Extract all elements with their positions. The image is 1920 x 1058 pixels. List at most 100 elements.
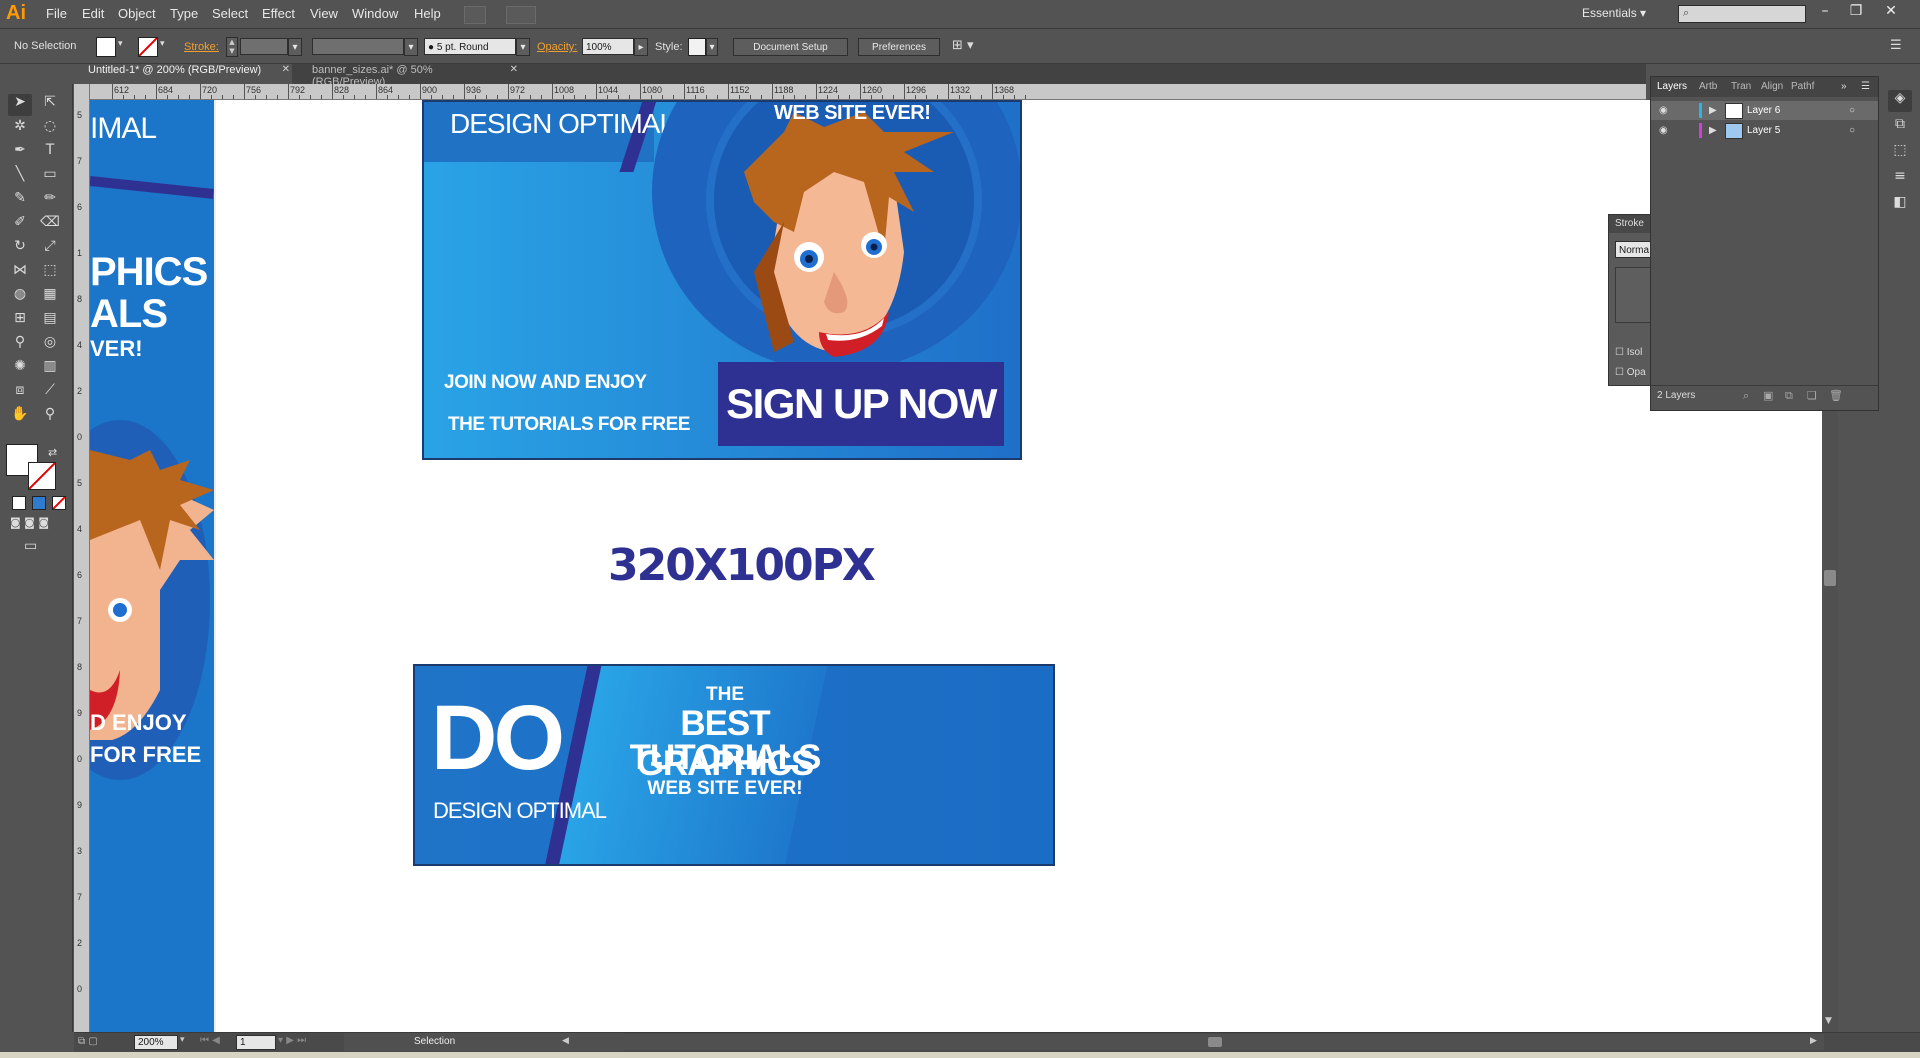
new-layer-icon[interactable]: ❏ [1807,389,1817,402]
menu-help[interactable]: Help [414,6,441,21]
minimize-icon[interactable]: – [1814,3,1836,21]
tab-transform[interactable]: Tran [1731,81,1751,92]
horizontal-ruler[interactable]: 612 684 720 756 792 828 864 900 936 972 1008 1044 10… [90,84,1646,100]
chevron-left-icon[interactable]: ◀ [562,1036,569,1046]
expand-arrow-icon[interactable]: ▶ [1709,121,1717,140]
expand-arrow-icon[interactable]: ▶ [1709,101,1717,120]
slice-tool-icon[interactable]: ⟋ [38,382,62,404]
chevron-down-icon[interactable]: ▾ [404,38,418,56]
close-icon[interactable]: ✕ [282,64,290,75]
tab-pathfinder[interactable]: Pathf [1791,81,1814,92]
opacity-label[interactable]: Opacity: [537,41,577,53]
menu-effect[interactable]: Effect [262,6,295,21]
zoom-field[interactable]: 200% [134,1035,178,1050]
none-mode-icon[interactable] [52,496,66,510]
menu-file[interactable]: File [46,6,67,21]
chevron-right-icon[interactable]: ▶ [1810,1036,1817,1046]
preferences-button[interactable]: Preferences [858,38,940,56]
pathfinder-panel-icon[interactable]: ◧ [1888,194,1912,216]
artboard-nav-icon[interactable]: ⧉ ▢ [78,1036,98,1047]
target-icon[interactable]: ○ [1849,101,1855,120]
isolate-checkbox[interactable]: ☐ Isol [1615,347,1642,358]
locate-object-icon[interactable]: ⌕ [1743,389,1749,403]
menu-object[interactable]: Object [118,6,156,21]
gradient-tool-icon[interactable]: ▤ [38,310,62,332]
menu-select[interactable]: Select [212,6,248,21]
stroke-panel-title[interactable]: Stroke [1609,215,1653,233]
layer-row-layer-6[interactable]: ◉ ▶ Layer 6 ○ [1651,101,1878,120]
rotate-tool-icon[interactable]: ↻ [8,238,32,260]
bridge-button[interactable] [464,6,486,24]
trash-icon[interactable]: 🗑 [1829,389,1843,402]
mesh-tool-icon[interactable]: ⊞ [8,310,32,332]
tab-layers[interactable]: Layers [1657,81,1687,92]
opacity-field[interactable]: 100% [582,38,634,55]
width-tool-icon[interactable]: ⋈ [8,262,32,284]
chevron-down-icon[interactable]: ▾ [516,38,530,56]
variable-width-field[interactable] [312,38,404,55]
blend-mode-select[interactable]: Norma [1615,241,1653,258]
free-transform-tool-icon[interactable]: ⬚ [38,262,62,284]
close-icon[interactable]: ✕ [510,64,518,75]
rectangle-tool-icon[interactable]: ▭ [38,166,62,188]
opacity-checkbox[interactable]: ☐ Opa [1615,367,1646,378]
hand-tool-icon[interactable]: ✋ [8,406,32,428]
close-icon[interactable]: ✕ [1880,3,1902,21]
menu-view[interactable]: View [310,6,338,21]
next-artboard-icon[interactable]: ▾ ▶ ⏭ [278,1035,306,1046]
align-panel-icon[interactable]: ≡ [1888,168,1912,190]
direct-selection-tool-icon[interactable]: ⇱ [38,94,62,116]
eyedropper-tool-icon[interactable]: ⚲ [8,334,32,356]
stroke-color-swatch[interactable] [28,462,56,490]
tab-banner-sizes[interactable]: banner_sizes.ai* @ 50% (RGB/Preview) ✕ [298,64,520,88]
eraser-tool-icon[interactable]: ⌫ [38,214,62,236]
tab-align[interactable]: Align [1761,81,1783,92]
arrange-icon[interactable]: ⊞ ▾ [952,38,974,53]
artboard-number-field[interactable]: 1 [236,1035,276,1050]
layer-row-layer-5[interactable]: ◉ ▶ Layer 5 ○ [1651,121,1878,140]
scale-tool-icon[interactable]: ⤢ [38,238,62,260]
blend-tool-icon[interactable]: ◎ [38,334,62,356]
eye-icon[interactable]: ◉ [1659,121,1668,140]
chevron-down-icon[interactable]: ▾ [706,38,718,56]
horizontal-scrollbar[interactable]: ◀ ▶ [560,1034,1824,1050]
perspective-grid-tool-icon[interactable]: ▦ [38,286,62,308]
chevron-down-icon[interactable]: ▾ [288,38,302,56]
layer-name[interactable]: Layer 6 [1747,101,1780,120]
chevron-right-icon[interactable]: ▸ [634,38,648,56]
style-swatch[interactable] [688,38,706,56]
line-tool-icon[interactable]: ╲ [8,166,32,188]
artboards-panel-icon[interactable]: ⧉ [1888,116,1912,138]
transform-panel-icon[interactable]: ⬚ [1888,142,1912,164]
target-icon[interactable]: ○ [1849,121,1855,140]
scroll-thumb[interactable] [1208,1037,1222,1047]
paintbrush-tool-icon[interactable]: ✎ [8,190,32,212]
lasso-tool-icon[interactable]: ◌ [38,118,62,140]
chevron-down-icon[interactable]: ▾ [180,1035,185,1045]
screen-mode-icon[interactable]: ▭ [24,538,37,554]
menu-edit[interactable]: Edit [82,6,104,21]
pencil-tool-icon[interactable]: ✏ [38,190,62,212]
stroke-label[interactable]: Stroke: [184,41,219,53]
tab-artboards[interactable]: Artb [1699,81,1717,92]
banner-top[interactable]: DESIGN OPTIMAL WEB SITE EVER! JOIN NOW A… [422,100,1022,460]
first-artboard-icon[interactable]: ⏮ ◀ [200,1035,220,1046]
symbol-sprayer-tool-icon[interactable]: ✺ [8,358,32,380]
menu-type[interactable]: Type [170,6,198,21]
chevron-down-icon[interactable]: ▾ [160,39,165,49]
search-input[interactable]: ⌕ [1678,5,1806,23]
document-setup-button[interactable]: Document Setup [733,38,848,56]
panel-menu-icon[interactable]: ☰ [1890,38,1902,53]
fill-swatch[interactable] [96,37,116,57]
shape-builder-tool-icon[interactable]: ◍ [8,286,32,308]
more-panels-icon[interactable]: » [1841,81,1847,92]
column-graph-tool-icon[interactable]: ▥ [38,358,62,380]
gradient-mode-icon[interactable] [32,496,46,510]
selection-tool-icon[interactable]: ➤ [8,94,32,116]
magic-wand-tool-icon[interactable]: ✲ [8,118,32,140]
stroke-weight-field[interactable] [240,38,288,55]
restore-icon[interactable]: ❐ [1845,3,1867,21]
artboard-tool-icon[interactable]: ⧈ [8,382,32,404]
color-mode-icon[interactable] [12,496,26,510]
vertical-ruler[interactable]: 5 7 6 1 8 4 2 0 5 4 6 7 8 9 0 9 3 7 2 0 [74,84,90,1032]
